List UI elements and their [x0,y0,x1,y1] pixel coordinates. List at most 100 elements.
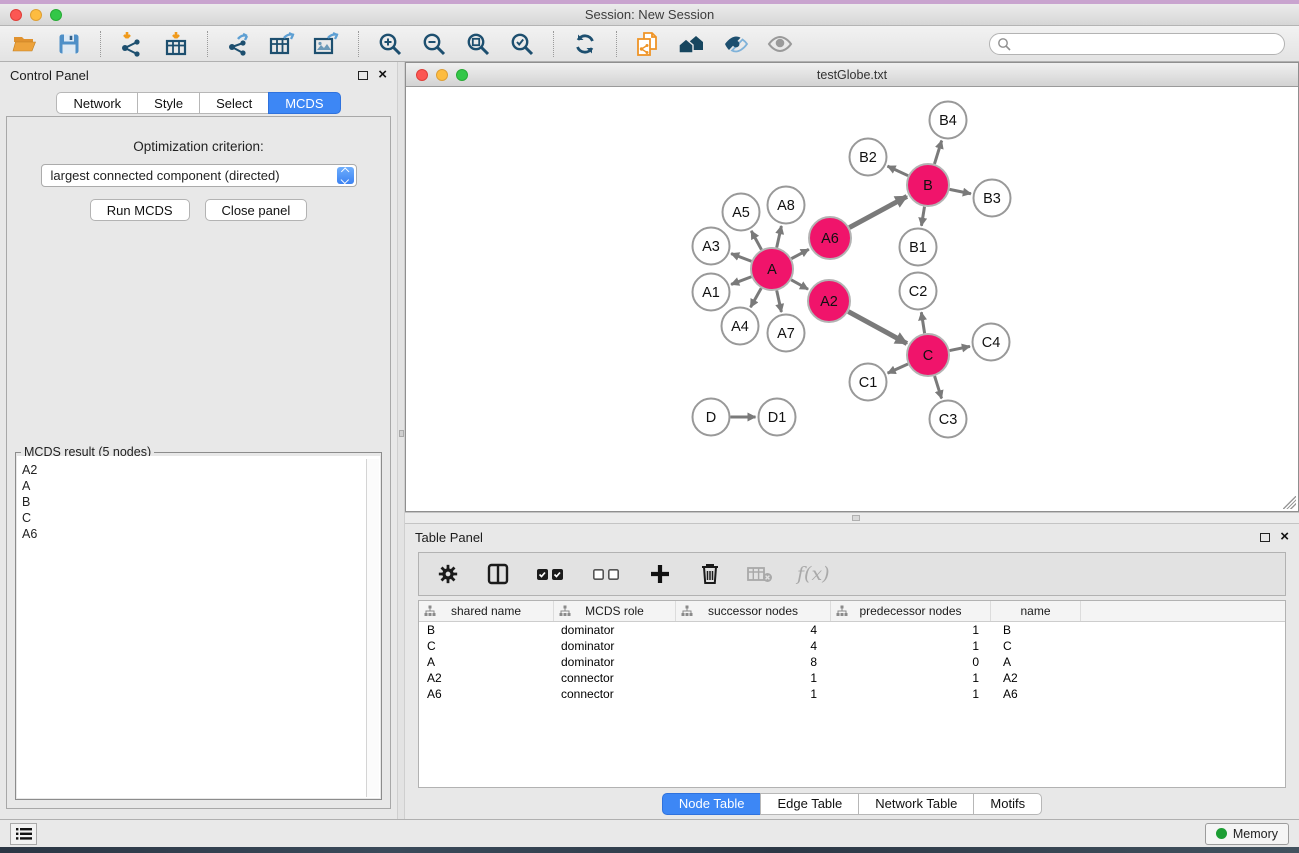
network-graph[interactable]: B4B2BB3B1A5A8A6A3AA1C2A4A7A2CC4C1C3DD1 [406,87,1298,510]
horizontal-splitter[interactable] [405,512,1299,524]
graph-edge[interactable] [887,166,908,176]
tab-mcds[interactable]: MCDS [268,92,340,114]
cell-mcds-role[interactable]: dominator [554,639,676,653]
memory-button[interactable]: Memory [1205,823,1289,845]
graph-edge[interactable] [935,376,942,398]
graph-edge[interactable] [777,226,782,248]
cell-shared-name[interactable]: B [419,623,554,637]
export-network-icon[interactable] [222,29,256,59]
cell-name[interactable]: A2 [991,671,1081,685]
save-session-icon[interactable] [52,29,86,59]
refresh-icon[interactable] [568,29,602,59]
graph-edge[interactable] [731,254,751,262]
graph-edge[interactable] [791,280,808,289]
graph-edge[interactable] [777,290,782,312]
export-image-icon[interactable] [310,29,344,59]
list-item[interactable]: A6 [22,526,380,542]
resize-grip[interactable] [1283,496,1296,509]
cell-successor-nodes[interactable]: 1 [676,687,831,701]
graph-edge[interactable] [751,288,762,307]
cell-mcds-role[interactable]: connector [554,687,676,701]
float-panel-icon[interactable] [358,71,368,80]
graph-edge[interactable] [751,231,761,250]
vertical-splitter[interactable] [397,62,405,819]
mcds-result-list[interactable]: A2 A B C A6 [17,456,380,798]
column-header[interactable]: name [991,601,1081,621]
cell-predecessor-nodes[interactable]: 0 [831,655,991,669]
network-canvas[interactable]: B4B2BB3B1A5A8A6A3AA1C2A4A7A2CC4C1C3DD1 [406,87,1298,511]
cell-shared-name[interactable]: A6 [419,687,554,701]
column-header[interactable]: successor nodes [676,601,831,621]
graph-edge[interactable] [921,207,924,226]
cell-successor-nodes[interactable]: 4 [676,623,831,637]
cell-mcds-role[interactable]: connector [554,671,676,685]
delete-column-icon[interactable] [697,561,723,587]
graph-edge[interactable] [848,312,907,344]
close-panel-icon[interactable]: × [378,70,387,80]
network-window-titlebar[interactable]: testGlobe.txt [406,63,1298,87]
column-header[interactable]: predecessor nodes [831,601,991,621]
cell-predecessor-nodes[interactable]: 1 [831,671,991,685]
tab-style[interactable]: Style [137,92,199,114]
cell-mcds-role[interactable]: dominator [554,623,676,637]
export-table-icon[interactable] [266,29,300,59]
cell-successor-nodes[interactable]: 4 [676,639,831,653]
cell-successor-nodes[interactable]: 1 [676,671,831,685]
home-icon[interactable] [675,29,709,59]
tab-edge-table[interactable]: Edge Table [760,793,858,815]
tab-motifs[interactable]: Motifs [973,793,1042,815]
cell-successor-nodes[interactable]: 8 [676,655,831,669]
cell-name[interactable]: A6 [991,687,1081,701]
settings-gear-icon[interactable] [435,561,461,587]
cell-mcds-role[interactable]: dominator [554,655,676,669]
table-row[interactable]: A6 connector 1 1 A6 [419,686,1285,702]
float-panel-icon[interactable] [1260,533,1270,542]
list-item[interactable]: B [22,494,380,510]
column-header[interactable]: MCDS role [554,601,676,621]
zoom-selected-icon[interactable] [505,29,539,59]
tab-node-table[interactable]: Node Table [662,793,761,815]
cell-shared-name[interactable]: A2 [419,671,554,685]
graph-edge[interactable] [791,249,808,258]
open-session-icon[interactable] [8,29,42,59]
column-header[interactable]: shared name [419,601,554,621]
import-network-icon[interactable] [115,29,149,59]
list-item[interactable]: C [22,510,380,526]
hide-panel-icon[interactable] [719,29,753,59]
cell-predecessor-nodes[interactable]: 1 [831,623,991,637]
cell-predecessor-nodes[interactable]: 1 [831,639,991,653]
cell-name[interactable]: C [991,639,1081,653]
graph-edge[interactable] [849,196,907,227]
graph-edge[interactable] [934,141,941,164]
table-row[interactable]: A2 connector 1 1 A2 [419,670,1285,686]
list-item[interactable]: A2 [22,462,380,478]
table-row[interactable]: C dominator 4 1 C [419,638,1285,654]
cell-shared-name[interactable]: C [419,639,554,653]
search-input[interactable] [989,33,1285,55]
split-view-icon[interactable] [485,561,511,587]
cell-predecessor-nodes[interactable]: 1 [831,687,991,701]
graph-edge[interactable] [731,277,751,285]
cell-shared-name[interactable]: A [419,655,554,669]
clone-network-icon[interactable] [631,29,665,59]
select-all-icon[interactable] [535,561,567,587]
scrollbar[interactable] [366,459,379,797]
graph-edge[interactable] [888,364,908,373]
zoom-in-icon[interactable] [373,29,407,59]
close-panel-icon[interactable]: × [1280,532,1289,542]
add-column-icon[interactable] [647,561,673,587]
graph-edge[interactable] [950,189,971,193]
cell-name[interactable]: A [991,655,1081,669]
tab-select[interactable]: Select [199,92,268,114]
zoom-fit-icon[interactable] [461,29,495,59]
table-row[interactable]: A dominator 8 0 A [419,654,1285,670]
criterion-dropdown[interactable]: largest connected component (directed) [41,164,357,187]
deselect-all-icon[interactable] [591,561,623,587]
zoom-out-icon[interactable] [417,29,451,59]
task-history-button[interactable] [10,823,37,845]
cell-name[interactable]: B [991,623,1081,637]
run-mcds-button[interactable]: Run MCDS [90,199,190,221]
import-table-icon[interactable] [159,29,193,59]
tab-network-table[interactable]: Network Table [858,793,973,815]
show-eye-icon[interactable] [763,29,797,59]
